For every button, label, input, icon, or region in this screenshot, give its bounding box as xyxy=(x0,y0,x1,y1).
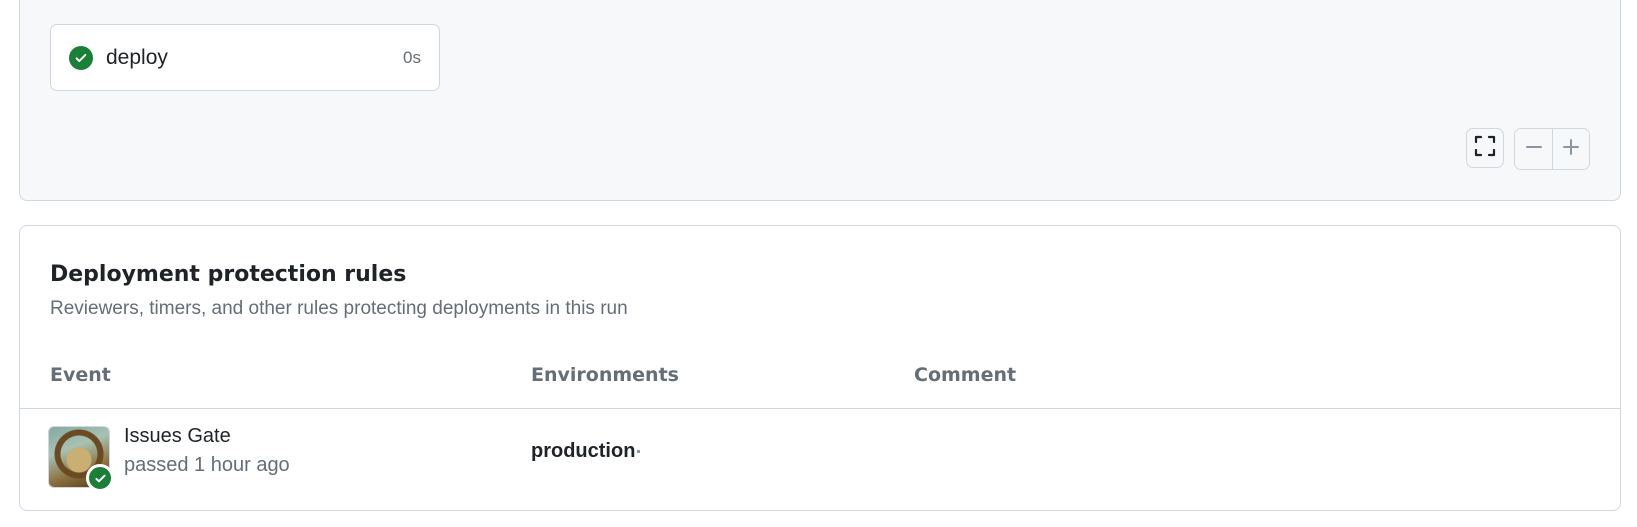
fullscreen-icon xyxy=(1474,135,1496,162)
fullscreen-button[interactable] xyxy=(1466,128,1504,168)
zoom-out-button[interactable] xyxy=(1515,129,1552,169)
environment-dot xyxy=(637,450,641,454)
zoom-controls xyxy=(1514,128,1590,170)
job-duration: 0s xyxy=(403,47,421,67)
table-header-divider xyxy=(20,408,1620,409)
graph-controls xyxy=(1466,128,1590,170)
plus-icon xyxy=(1562,138,1580,161)
column-header-environments: Environments xyxy=(531,364,679,386)
deployment-protection-rules-panel: Deployment protection rules Reviewers, t… xyxy=(19,225,1621,511)
check-circle-icon xyxy=(86,464,114,492)
column-header-event: Event xyxy=(50,364,111,386)
workflow-graph-panel: deploy 0s xyxy=(19,0,1621,201)
job-card-deploy[interactable]: deploy 0s xyxy=(50,24,440,91)
rules-subtitle: Reviewers, timers, and other rules prote… xyxy=(50,298,628,319)
rules-title: Deployment protection rules xyxy=(50,262,407,287)
event-name[interactable]: Issues Gate xyxy=(124,425,231,448)
zoom-in-button[interactable] xyxy=(1552,129,1589,169)
column-header-comment: Comment xyxy=(914,364,1017,386)
event-status: passed 1 hour ago xyxy=(124,454,290,476)
job-name: deploy xyxy=(106,45,168,69)
environment-name: production xyxy=(531,440,636,462)
environment-link[interactable]: production xyxy=(531,440,641,463)
check-circle-icon xyxy=(69,45,93,70)
event-avatar[interactable] xyxy=(48,426,114,492)
minus-icon xyxy=(1525,138,1543,161)
